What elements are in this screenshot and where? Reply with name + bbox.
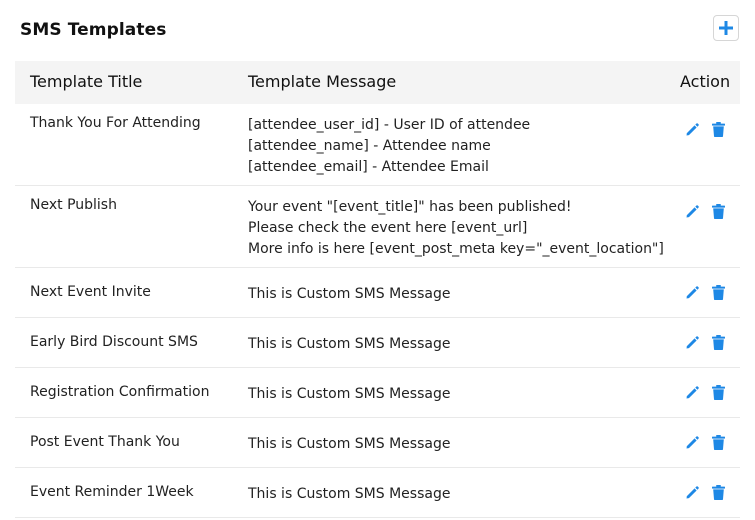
pencil-icon: [686, 122, 699, 135]
pencil-icon: [686, 385, 699, 398]
template-message-line: [attendee_name] - Attendee name: [248, 138, 491, 154]
delete-button[interactable]: [710, 434, 726, 450]
template-message-line: This is Custom SMS Message: [248, 386, 451, 402]
edit-button[interactable]: [684, 121, 700, 137]
trash-icon: [711, 434, 725, 450]
pencil-icon: [686, 335, 699, 348]
trash-icon: [711, 203, 725, 219]
plus-icon: [719, 21, 733, 35]
table-body: Thank You For Attending [attendee_user_id…: [15, 104, 740, 518]
edit-button[interactable]: [684, 284, 700, 300]
template-title: Thank You For Attending: [30, 115, 201, 131]
table-row: Next Event Invite This is Custom SMS Mess…: [15, 268, 740, 318]
edit-button[interactable]: [684, 384, 700, 400]
template-title: Registration Confirmation: [30, 384, 210, 400]
delete-button[interactable]: [710, 203, 726, 219]
template-title: Next Publish: [30, 197, 117, 213]
table-row: Event Reminder 1Week This is Custom SMS M…: [15, 468, 740, 518]
delete-button[interactable]: [710, 484, 726, 500]
template-message: This is Custom SMS Message: [248, 384, 450, 405]
column-header-title: Template Title: [30, 72, 143, 91]
template-message-line: Your event "[event_title]" has been publ…: [248, 199, 572, 215]
row-actions: [684, 484, 726, 500]
template-message-line: [attendee_email] - Attendee Email: [248, 159, 489, 175]
table-row: Registration Confirmation This is Custom …: [15, 368, 740, 418]
trash-icon: [711, 121, 725, 137]
template-title: Event Reminder 1Week: [30, 484, 194, 500]
row-actions: [684, 384, 726, 400]
page-header: SMS Templates: [0, 0, 755, 62]
row-actions: [684, 334, 726, 350]
sms-templates-table: Template Title Template Message Action T…: [15, 61, 740, 518]
template-message-line: This is Custom SMS Message: [248, 336, 451, 352]
template-message-line: This is Custom SMS Message: [248, 486, 451, 502]
template-message: This is Custom SMS Message: [248, 434, 450, 455]
table-header: Template Title Template Message Action: [15, 61, 740, 104]
delete-button[interactable]: [710, 334, 726, 350]
page-title: SMS Templates: [20, 20, 167, 40]
template-title: Early Bird Discount SMS: [30, 334, 198, 350]
table-row: Thank You For Attending [attendee_user_id…: [15, 104, 740, 186]
pencil-icon: [686, 435, 699, 448]
row-actions: [684, 434, 726, 450]
template-message-line: This is Custom SMS Message: [248, 436, 451, 452]
table-row: Post Event Thank You This is Custom SMS M…: [15, 418, 740, 468]
delete-button[interactable]: [710, 121, 726, 137]
trash-icon: [711, 334, 725, 350]
trash-icon: [711, 284, 725, 300]
edit-button[interactable]: [684, 334, 700, 350]
pencil-icon: [686, 204, 699, 217]
template-message-line: More info is here [event_post_meta key="…: [248, 241, 664, 257]
row-actions: [684, 203, 726, 219]
template-message-line: [attendee_user_id] - User ID of attendee: [248, 117, 531, 133]
edit-button[interactable]: [684, 434, 700, 450]
table-row: Next Publish Your event "[event_title]" h…: [15, 186, 740, 268]
add-template-button[interactable]: [713, 15, 739, 41]
table-row: Early Bird Discount SMS This is Custom SM…: [15, 318, 740, 368]
delete-button[interactable]: [710, 284, 726, 300]
pencil-icon: [686, 285, 699, 298]
template-title: Post Event Thank You: [30, 434, 180, 450]
template-message-line: Please check the event here [event_url]: [248, 220, 528, 236]
template-message: This is Custom SMS Message: [248, 284, 450, 305]
template-message: This is Custom SMS Message: [248, 334, 450, 355]
column-header-action: Action: [680, 72, 731, 91]
edit-button[interactable]: [684, 203, 700, 219]
trash-icon: [711, 484, 725, 500]
delete-button[interactable]: [710, 384, 726, 400]
trash-icon: [711, 384, 725, 400]
template-message: This is Custom SMS Message: [248, 484, 450, 505]
edit-button[interactable]: [684, 484, 700, 500]
pencil-icon: [686, 485, 699, 498]
row-actions: [684, 121, 726, 137]
column-header-message: Template Message: [248, 72, 397, 91]
template-message-line: This is Custom SMS Message: [248, 286, 451, 302]
row-actions: [684, 284, 726, 300]
template-title: Next Event Invite: [30, 284, 151, 300]
template-message: [attendee_user_id] - User ID of attendee…: [248, 115, 530, 178]
template-message: Your event "[event_title]" has been publ…: [248, 197, 664, 260]
